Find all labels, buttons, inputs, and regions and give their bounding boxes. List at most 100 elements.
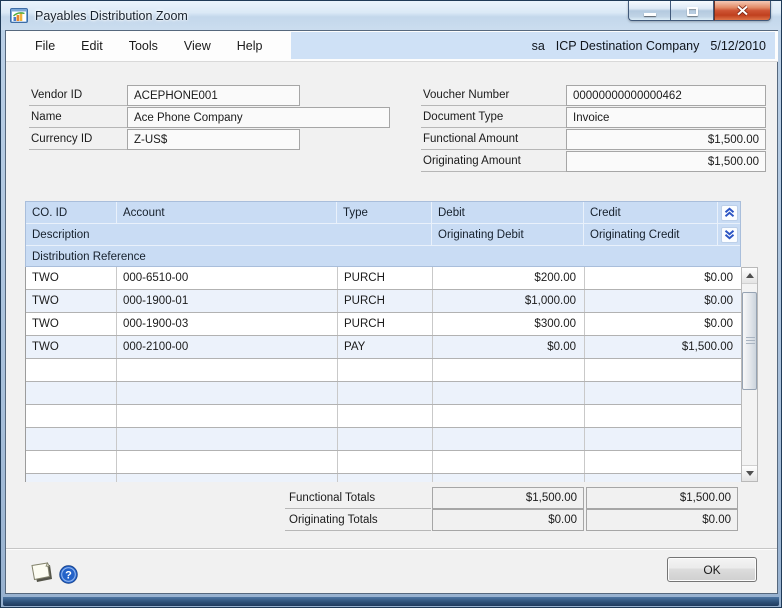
- col-header-co-id: CO. ID: [26, 202, 117, 224]
- functional-totals-label: Functional Totals: [285, 487, 431, 509]
- cell-type: PURCH: [338, 267, 433, 289]
- originating-totals-debit: $0.00: [432, 509, 584, 531]
- voucher-number-label: Voucher Number: [421, 85, 566, 106]
- cell-credit: $0.00: [585, 290, 741, 312]
- vendor-name-label: Name: [29, 107, 127, 128]
- collapse-rows-cell: [718, 202, 740, 224]
- menu-file[interactable]: File: [22, 31, 68, 61]
- table-row-empty[interactable]: [26, 474, 741, 482]
- table-row[interactable]: TWO 000-2100-00 PAY $0.00 $1,500.00: [26, 336, 741, 359]
- grid-scrollbar[interactable]: [741, 267, 758, 482]
- col-header-description: Description: [26, 224, 432, 246]
- col-header-account: Account: [117, 202, 337, 224]
- table-row[interactable]: TWO 000-6510-00 PURCH $200.00 $0.00: [26, 267, 741, 290]
- col-header-debit: Debit: [432, 202, 584, 224]
- functional-totals-credit: $1,500.00: [586, 487, 738, 509]
- scrollbar-thumb[interactable]: [742, 292, 757, 390]
- table-row[interactable]: TWO 000-1900-03 PURCH $300.00 $0.00: [26, 313, 741, 336]
- cell-debit: $0.00: [433, 336, 585, 358]
- statusbar: sa ICP Destination Company 5/12/2010: [291, 32, 775, 59]
- menu-view[interactable]: View: [171, 31, 224, 61]
- col-header-credit: Credit: [584, 202, 718, 224]
- payables-distribution-zoom-window: Payables Distribution Zoom File Edit Too…: [0, 0, 782, 608]
- vendor-id-value: ACEPHONE001: [127, 85, 300, 106]
- grid-header: CO. ID Account Type Debit Credit Descrip…: [25, 201, 741, 267]
- table-row-empty[interactable]: [26, 405, 741, 428]
- scroll-up-button[interactable]: [742, 268, 757, 284]
- originating-totals-credit: $0.00: [586, 509, 738, 531]
- collapse-rows-button[interactable]: [721, 205, 738, 221]
- originating-amount-value: $1,500.00: [566, 151, 766, 172]
- footer-divider: [6, 548, 777, 550]
- col-header-distribution-reference: Distribution Reference: [26, 246, 740, 268]
- col-header-originating-credit: Originating Credit: [584, 224, 718, 246]
- cell-credit: $1,500.00: [585, 336, 741, 358]
- col-header-type: Type: [337, 202, 432, 224]
- cell-debit: $200.00: [433, 267, 585, 289]
- functional-amount-value: $1,500.00: [566, 129, 766, 150]
- table-row-empty[interactable]: [26, 382, 741, 405]
- cell-co-id: TWO: [26, 290, 117, 312]
- status-user: sa: [532, 39, 545, 53]
- cell-account: 000-1900-01: [117, 290, 338, 312]
- notepad-icon: [28, 561, 54, 584]
- vendor-name-field: Name Ace Phone Company: [29, 107, 390, 128]
- chevron-up-icon: [723, 207, 736, 218]
- cell-credit: $0.00: [585, 313, 741, 335]
- cell-co-id: TWO: [26, 336, 117, 358]
- vendor-name-value: Ace Phone Company: [127, 107, 390, 128]
- expand-rows-cell: [718, 224, 740, 246]
- col-header-originating-debit: Originating Debit: [432, 224, 584, 246]
- help-icon: ?: [59, 565, 78, 584]
- table-row[interactable]: TWO 000-1900-01 PURCH $1,000.00 $0.00: [26, 290, 741, 313]
- expand-rows-button[interactable]: [721, 227, 738, 243]
- table-row-empty[interactable]: [26, 359, 741, 382]
- table-row-empty[interactable]: [26, 428, 741, 451]
- cell-account: 000-1900-03: [117, 313, 338, 335]
- menu-bar: File Edit Tools View Help sa ICP Destina…: [6, 31, 778, 62]
- currency-id-label: Currency ID: [29, 129, 127, 150]
- document-type-value: Invoice: [566, 107, 766, 128]
- distribution-grid: TWO 000-6510-00 PURCH $200.00 $0.00 TWO …: [25, 267, 741, 482]
- scroll-down-button[interactable]: [742, 465, 757, 481]
- functional-totals-debit: $1,500.00: [432, 487, 584, 509]
- status-date: 5/12/2010: [710, 39, 766, 53]
- cell-credit: $0.00: [585, 267, 741, 289]
- status-company: ICP Destination Company: [556, 39, 700, 53]
- note-button[interactable]: [28, 561, 54, 584]
- originating-totals-label: Originating Totals: [285, 509, 431, 531]
- scrollbar-grip-icon: [746, 337, 755, 346]
- document-type-field: Document Type Invoice: [421, 107, 766, 128]
- currency-id-value: Z-US$: [127, 129, 300, 150]
- grid-header-row-3: Distribution Reference: [26, 246, 740, 268]
- document-type-label: Document Type: [421, 107, 566, 128]
- functional-amount-field: Functional Amount $1,500.00: [421, 129, 766, 150]
- functional-amount-label: Functional Amount: [421, 129, 566, 150]
- cell-debit: $1,000.00: [433, 290, 585, 312]
- menu-help[interactable]: Help: [224, 31, 276, 61]
- cell-account: 000-6510-00: [117, 267, 338, 289]
- vendor-id-field: Vendor ID ACEPHONE001: [29, 85, 300, 106]
- scroll-down-icon: [746, 471, 754, 476]
- scroll-up-icon: [746, 273, 754, 278]
- grid-header-row-2: Description Originating Debit Originatin…: [26, 224, 740, 246]
- grid-header-row-1: CO. ID Account Type Debit Credit: [26, 202, 740, 224]
- originating-amount-field: Originating Amount $1,500.00: [421, 151, 766, 172]
- voucher-number-field: Voucher Number 00000000000000462: [421, 85, 766, 106]
- cell-account: 000-2100-00: [117, 336, 338, 358]
- table-row-empty[interactable]: [26, 451, 741, 474]
- cell-type: PURCH: [338, 290, 433, 312]
- vendor-id-label: Vendor ID: [29, 85, 127, 106]
- originating-amount-label: Originating Amount: [421, 151, 566, 172]
- cell-co-id: TWO: [26, 267, 117, 289]
- cell-type: PURCH: [338, 313, 433, 335]
- cell-co-id: TWO: [26, 313, 117, 335]
- cell-type: PAY: [338, 336, 433, 358]
- cell-debit: $300.00: [433, 313, 585, 335]
- help-button[interactable]: ?: [59, 565, 78, 584]
- voucher-number-value: 00000000000000462: [566, 85, 766, 106]
- ok-button[interactable]: OK: [667, 557, 757, 582]
- menu-tools[interactable]: Tools: [116, 31, 171, 61]
- currency-id-field: Currency ID Z-US$: [29, 129, 300, 150]
- menu-edit[interactable]: Edit: [68, 31, 116, 61]
